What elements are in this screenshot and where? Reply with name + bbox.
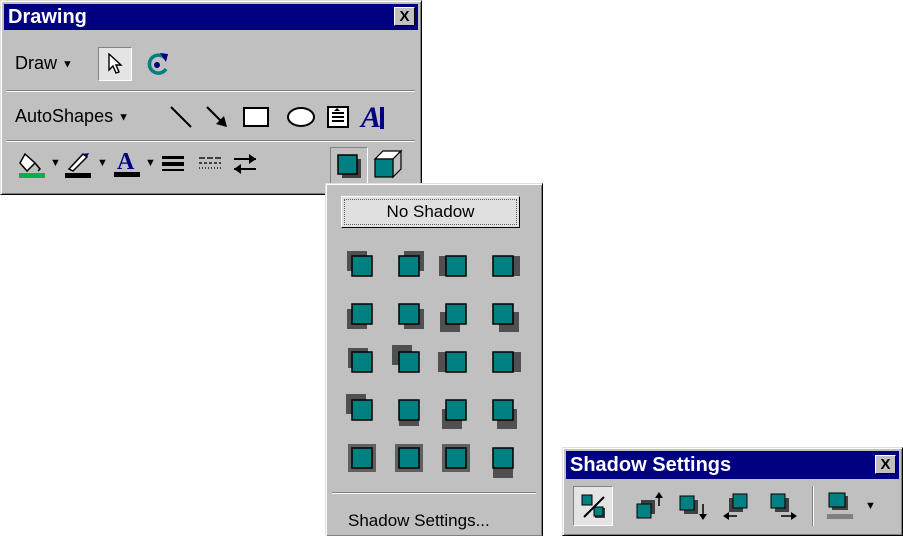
shadow-style-icon bbox=[398, 399, 420, 426]
shadow-style-icon bbox=[492, 255, 520, 277]
svg-text:A: A bbox=[117, 149, 135, 175]
shadow-style-2-button[interactable] bbox=[387, 244, 431, 288]
shadow-style-icon bbox=[439, 255, 467, 277]
shadow-on-off-button[interactable] bbox=[573, 486, 613, 526]
chevron-down-icon: ▼ bbox=[62, 58, 73, 71]
line-style-icon[interactable] bbox=[159, 151, 187, 177]
shadow-menu: No Shadow Shadow Settings... bbox=[325, 183, 543, 536]
arrow-style-icon[interactable] bbox=[231, 151, 259, 177]
shadow-settings-menu-item[interactable]: Shadow Settings... bbox=[348, 511, 490, 531]
arrow-cursor-icon bbox=[107, 53, 125, 75]
shadow-style-18-button[interactable] bbox=[387, 436, 431, 480]
line-icon[interactable] bbox=[167, 103, 195, 131]
shadow-style-grid bbox=[340, 244, 530, 484]
dash-style-icon[interactable] bbox=[196, 151, 224, 177]
shadow-settings-toolbar: Shadow Settings X ▼ bbox=[562, 447, 903, 536]
toolbar-separator bbox=[7, 90, 415, 92]
shadow-style-4-button[interactable] bbox=[481, 244, 525, 288]
shadow-style-icon bbox=[492, 303, 519, 332]
chevron-down-icon[interactable]: ▼ bbox=[97, 157, 108, 169]
close-icon: X bbox=[880, 456, 891, 473]
shadow-style-3-button[interactable] bbox=[434, 244, 478, 288]
toolbar-separator bbox=[812, 486, 814, 526]
fill-color-icon[interactable] bbox=[17, 149, 47, 179]
shadow-style-11-button[interactable] bbox=[434, 340, 478, 384]
autoshapes-menu-button[interactable]: AutoShapes ▼ bbox=[15, 106, 129, 127]
shadow-style-7-button[interactable] bbox=[434, 292, 478, 336]
line-color-icon[interactable] bbox=[63, 149, 93, 179]
nudge-shadow-down-icon[interactable] bbox=[678, 490, 708, 522]
shadow-style-icon bbox=[395, 444, 423, 472]
shadow-settings-title: Shadow Settings bbox=[570, 454, 732, 476]
shadow-style-16-button[interactable] bbox=[481, 388, 525, 432]
autoshapes-menu-label: AutoShapes bbox=[15, 106, 114, 126]
nudge-shadow-left-icon[interactable] bbox=[721, 490, 753, 522]
shadow-style-17-button[interactable] bbox=[340, 436, 384, 480]
wordart-icon[interactable]: A bbox=[359, 101, 387, 133]
shadow-button[interactable] bbox=[330, 147, 368, 185]
no-shadow-button[interactable]: No Shadow bbox=[341, 196, 520, 228]
shadow-on-off-icon bbox=[580, 493, 608, 521]
shadow-style-icon bbox=[347, 303, 373, 329]
nudge-shadow-right-icon[interactable] bbox=[767, 490, 799, 522]
menu-separator bbox=[332, 492, 536, 494]
shadow-style-icon bbox=[440, 303, 467, 332]
shadow-style-icon bbox=[347, 251, 373, 277]
shadow-style-8-button[interactable] bbox=[481, 292, 525, 336]
shadow-icon bbox=[337, 154, 363, 180]
shadow-style-15-button[interactable] bbox=[434, 388, 478, 432]
shadow-style-icon bbox=[398, 251, 424, 277]
text-box-icon[interactable] bbox=[325, 104, 351, 130]
rectangle-icon[interactable] bbox=[241, 104, 271, 130]
shadow-style-icon bbox=[492, 399, 517, 429]
select-objects-button[interactable] bbox=[98, 47, 132, 81]
shadow-style-5-button[interactable] bbox=[340, 292, 384, 336]
chevron-down-icon[interactable]: ▼ bbox=[145, 157, 156, 169]
close-button[interactable]: X bbox=[875, 455, 896, 474]
free-rotate-icon[interactable] bbox=[145, 51, 171, 77]
chevron-down-icon[interactable]: ▼ bbox=[865, 500, 876, 512]
shadow-settings-label: Shadow Settings... bbox=[348, 511, 490, 530]
shadow-style-13-button[interactable] bbox=[340, 388, 384, 432]
shadow-style-icon bbox=[438, 351, 467, 373]
shadow-style-icon bbox=[348, 444, 376, 472]
shadow-style-1-button[interactable] bbox=[340, 244, 384, 288]
shadow-style-icon bbox=[348, 348, 373, 373]
font-color-icon[interactable]: A bbox=[112, 147, 142, 179]
chevron-down-icon[interactable]: ▼ bbox=[50, 157, 61, 169]
shadow-style-icon bbox=[346, 394, 373, 421]
close-icon: X bbox=[399, 8, 410, 25]
shadow-style-14-button[interactable] bbox=[387, 388, 431, 432]
shadow-style-20-button[interactable] bbox=[481, 436, 525, 480]
toolbar-separator bbox=[7, 140, 415, 142]
oval-icon[interactable] bbox=[285, 104, 317, 130]
chevron-down-icon: ▼ bbox=[118, 111, 129, 124]
shadow-style-icon bbox=[442, 444, 470, 472]
drawing-toolbar: Drawing X Draw ▼ AutoShapes ▼ A ▼ ▼ A ▼ bbox=[0, 0, 422, 195]
shadow-style-10-button[interactable] bbox=[387, 340, 431, 384]
shadow-style-9-button[interactable] bbox=[340, 340, 384, 384]
drawing-title: Drawing bbox=[8, 6, 87, 28]
nudge-shadow-up-icon[interactable] bbox=[635, 490, 665, 522]
draw-menu-label: Draw bbox=[15, 53, 58, 73]
shadow-style-12-button[interactable] bbox=[481, 340, 525, 384]
no-shadow-label: No Shadow bbox=[386, 202, 475, 221]
shadow-style-icon bbox=[398, 303, 424, 329]
shadow-style-19-button[interactable] bbox=[434, 436, 478, 480]
3d-icon[interactable] bbox=[373, 149, 403, 179]
svg-text:A: A bbox=[359, 101, 381, 133]
shadow-style-icon bbox=[492, 447, 514, 478]
drawing-title-bar[interactable]: Drawing X bbox=[4, 4, 418, 30]
arrow-icon[interactable] bbox=[203, 103, 231, 131]
shadow-style-icon bbox=[392, 345, 420, 373]
close-button[interactable]: X bbox=[394, 7, 415, 26]
shadow-color-icon[interactable] bbox=[825, 490, 857, 522]
shadow-style-icon bbox=[442, 399, 467, 429]
shadow-style-icon bbox=[492, 351, 521, 373]
draw-menu-button[interactable]: Draw ▼ bbox=[15, 53, 73, 74]
shadow-settings-title-bar[interactable]: Shadow Settings X bbox=[566, 451, 899, 479]
shadow-style-6-button[interactable] bbox=[387, 292, 431, 336]
